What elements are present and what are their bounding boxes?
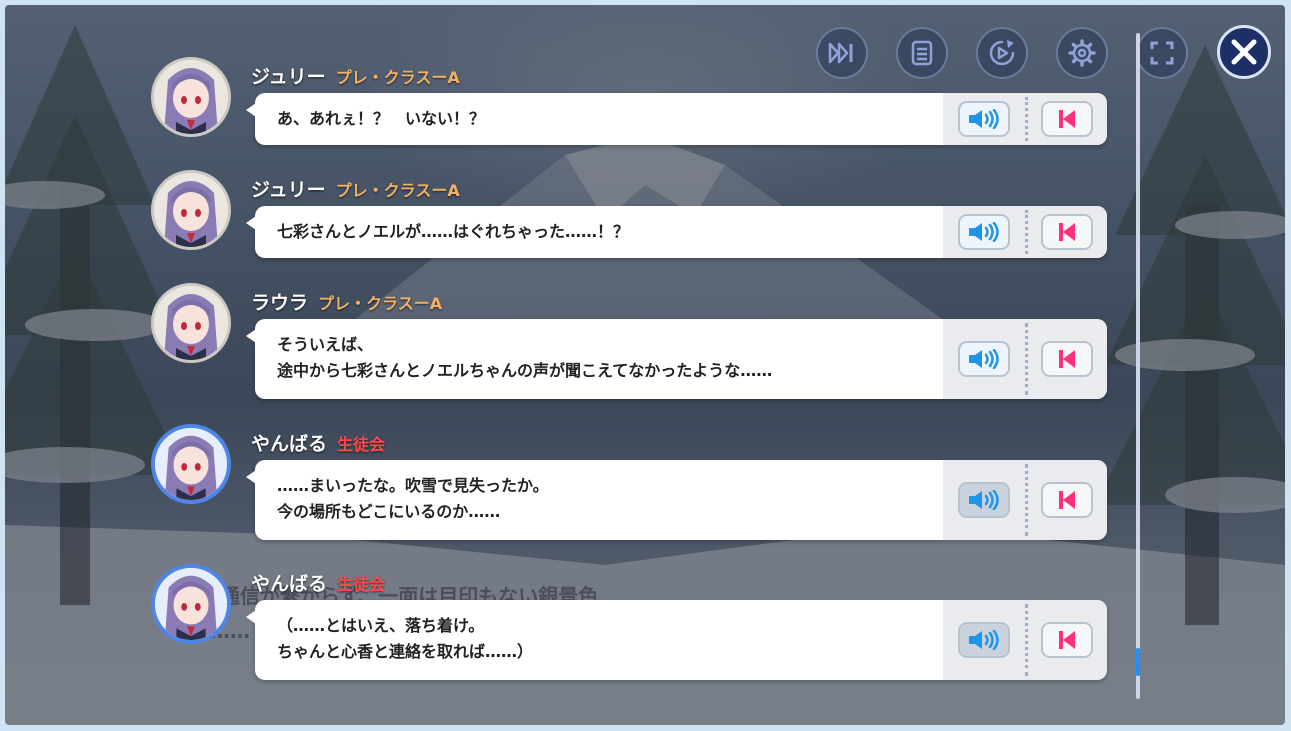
dialogue-bubble: 七彩さんとノエルが……はぐれちゃった……！？ xyxy=(246,206,1107,258)
jump-back-icon xyxy=(1059,491,1075,509)
speaker-affiliation: 生徒会 xyxy=(337,435,386,454)
speaker-row: ジュリー プレ・クラスーA xyxy=(251,62,460,88)
dialogue-line: 七彩さんとノエルが……はぐれちゃった……！？ xyxy=(277,222,630,241)
log-entry: やんばる 生徒会 ……まいったな。吹雪で見失ったか。 今の場所もどこにいるのか…… xyxy=(151,422,1111,540)
character-avatar xyxy=(151,170,231,250)
speaker-row: ジュリー プレ・クラスーA xyxy=(251,175,460,201)
speaker-icon xyxy=(969,630,999,650)
dialogue-line: （……とはいえ、落ち着け。 xyxy=(277,616,485,635)
speaker-icon xyxy=(969,222,999,242)
bubble-tail xyxy=(246,470,256,484)
replay-voice-button[interactable] xyxy=(958,622,1010,658)
replay-voice-button[interactable] xyxy=(958,341,1010,377)
dialogue-text: ……まいったな。吹雪で見失ったか。 今の場所もどこにいるのか…… xyxy=(277,473,549,525)
speaker-row: やんばる 生徒会 xyxy=(251,429,385,455)
close-button[interactable] xyxy=(1217,25,1271,79)
bubble-actions xyxy=(943,206,1107,258)
dialogue-text: 七彩さんとノエルが……はぐれちゃった……！？ xyxy=(277,219,629,245)
speaker-row: やんばる 生徒会 xyxy=(251,569,385,595)
speaker-affiliation: プレ・クラスーA xyxy=(335,181,460,200)
jump-back-icon xyxy=(1059,631,1075,649)
divider xyxy=(1025,323,1028,395)
replay-voice-button[interactable] xyxy=(958,101,1010,137)
log-scrollbar-thumb[interactable] xyxy=(1136,648,1140,676)
dialogue-bubble: そういえば、 途中から七彩さんとノエルちゃんの声が聞こえてなかったような…… xyxy=(246,319,1107,399)
dialogue-text: （……とはいえ、落ち着け。 ちゃんと心香と連絡を取れば……） xyxy=(277,613,533,665)
character-avatar xyxy=(151,57,231,137)
log-entry: ジュリー プレ・クラスーA 七彩さんとノエルが……はぐれちゃった……！？ xyxy=(151,168,1111,258)
dialogue-line: あ、あれぇ！？ いない！？ xyxy=(277,109,486,128)
replay-voice-button[interactable] xyxy=(958,482,1010,518)
log-entry: やんばる 生徒会 （……とはいえ、落ち着け。 ちゃんと心香と連絡を取れば……） xyxy=(151,562,1111,680)
log-scrollbar[interactable] xyxy=(1136,33,1140,699)
divider xyxy=(1025,210,1028,254)
dialogue-line: ……まいったな。吹雪で見失ったか。 xyxy=(277,476,549,495)
fullscreen-button[interactable] xyxy=(1136,27,1188,79)
speaker-icon xyxy=(969,109,999,129)
bubble-tail xyxy=(246,610,256,624)
speaker-name: ラウラ xyxy=(251,292,309,314)
dialogue-bubble: ……まいったな。吹雪で見失ったか。 今の場所もどこにいるのか…… xyxy=(246,460,1107,540)
character-avatar xyxy=(151,283,231,363)
jump-to-scene-button[interactable] xyxy=(1041,341,1093,377)
speaker-icon xyxy=(969,349,999,369)
log-entry: ジュリー プレ・クラスーA あ、あれぇ！？ いない！？ xyxy=(151,55,1111,145)
bubble-actions xyxy=(943,319,1107,399)
speaker-affiliation: 生徒会 xyxy=(337,575,386,594)
jump-to-scene-button[interactable] xyxy=(1041,622,1093,658)
speaker-affiliation: プレ・クラスーA xyxy=(335,68,460,87)
dialogue-line: そういえば、 xyxy=(277,335,374,354)
speaker-affiliation: プレ・クラスーA xyxy=(318,294,443,313)
dialogue-text: そういえば、 途中から七彩さんとノエルちゃんの声が聞こえてなかったような…… xyxy=(277,332,772,384)
speaker-row: ラウラ プレ・クラスーA xyxy=(251,288,442,314)
bubble-actions xyxy=(943,460,1107,540)
dialogue-line: 今の場所もどこにいるのか…… xyxy=(277,502,501,521)
dialogue-line: ちゃんと心香と連絡を取れば……） xyxy=(277,642,534,661)
speaker-icon xyxy=(969,490,999,510)
game-screen: 通信が繋がらず、一面は目印もない銀景色 …… ジュリー プレ・クラスーA あ、あ… xyxy=(5,5,1285,725)
dialogue-bubble: （……とはいえ、落ち着け。 ちゃんと心香と連絡を取れば……） xyxy=(246,600,1107,680)
replay-voice-button[interactable] xyxy=(958,214,1010,250)
divider xyxy=(1025,97,1028,141)
jump-back-icon xyxy=(1059,110,1075,128)
dialogue-line: 途中から七彩さんとノエルちゃんの声が聞こえてなかったような…… xyxy=(277,361,773,380)
close-icon xyxy=(1231,39,1257,65)
character-avatar xyxy=(151,564,231,644)
fullscreen-icon xyxy=(1150,41,1174,65)
dialogue-text: あ、あれぇ！？ いない！？ xyxy=(277,106,485,132)
jump-to-scene-button[interactable] xyxy=(1041,101,1093,137)
jump-to-scene-button[interactable] xyxy=(1041,482,1093,518)
bubble-actions xyxy=(943,93,1107,145)
log-entry: ラウラ プレ・クラスーA そういえば、 途中から七彩さんとノエルちゃんの声が聞こ… xyxy=(151,281,1111,399)
speaker-name: ジュリー xyxy=(251,66,326,88)
divider xyxy=(1025,604,1028,676)
bubble-actions xyxy=(943,600,1107,680)
bubble-tail xyxy=(246,216,256,230)
jump-back-icon xyxy=(1059,350,1075,368)
divider xyxy=(1025,464,1028,536)
speaker-name: ジュリー xyxy=(251,179,326,201)
character-avatar xyxy=(151,424,231,504)
speaker-name: やんばる xyxy=(251,573,328,595)
bubble-tail xyxy=(246,103,256,117)
bubble-tail xyxy=(246,329,256,343)
dialogue-bubble: あ、あれぇ！？ いない！？ xyxy=(246,93,1107,145)
jump-to-scene-button[interactable] xyxy=(1041,214,1093,250)
speaker-name: やんばる xyxy=(251,433,328,455)
jump-back-icon xyxy=(1059,223,1075,241)
